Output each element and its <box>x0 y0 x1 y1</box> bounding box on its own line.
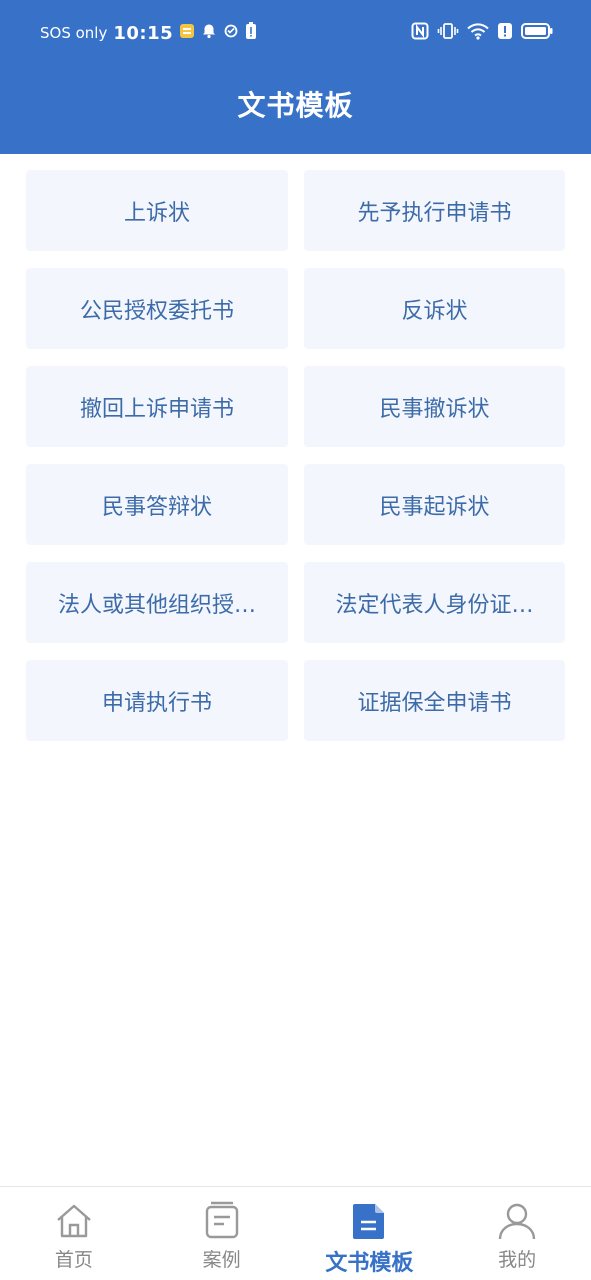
battery-alert-icon <box>245 22 257 44</box>
status-right <box>411 20 553 46</box>
status-time: 10:15 <box>113 22 174 44</box>
template-grid: 上诉状 先予执行申请书 公民授权委托书 反诉状 撤回上诉申请书 民事撤诉状 民事… <box>26 170 565 741</box>
document-icon <box>347 1199 391 1243</box>
nav-label: 我的 <box>498 1249 537 1271</box>
template-card[interactable]: 上诉状 <box>26 170 288 251</box>
template-card[interactable]: 民事答辩状 <box>26 464 288 545</box>
template-label: 撤回上诉申请书 <box>79 396 234 422</box>
bottom-nav: 首页 案例 文书模板 我的 <box>0 1186 591 1280</box>
home-icon <box>52 1199 96 1243</box>
user-icon <box>495 1199 539 1243</box>
template-label: 民事撤诉状 <box>379 396 490 422</box>
alert-icon <box>497 22 513 44</box>
template-label: 法人或其他组织授… <box>57 592 256 618</box>
nav-label: 首页 <box>54 1249 93 1271</box>
template-card[interactable]: 撤回上诉申请书 <box>26 366 288 447</box>
template-card[interactable]: 证据保全申请书 <box>304 660 565 741</box>
status-bar: SOS only 10:15 <box>0 0 591 66</box>
template-card[interactable]: 法人或其他组织授… <box>26 562 288 643</box>
nav-label: 案例 <box>202 1249 241 1271</box>
nav-label: 文书模板 <box>325 1251 414 1276</box>
wifi-icon <box>467 22 489 44</box>
battery-icon <box>521 22 553 44</box>
vibrate-icon <box>437 22 459 44</box>
template-card[interactable]: 申请执行书 <box>26 660 288 741</box>
sos-text: SOS only <box>40 24 108 42</box>
template-label: 申请执行书 <box>101 690 212 716</box>
nav-item-profile[interactable]: 我的 <box>443 1187 591 1280</box>
nav-item-templates[interactable]: 文书模板 <box>296 1187 444 1280</box>
template-label: 上诉状 <box>123 200 190 226</box>
app-root: SOS only 10:15 文书模板 上诉状 先予执行申请书 公民授权委托书 … <box>0 0 591 1280</box>
nav-item-cases[interactable]: 案例 <box>148 1187 296 1280</box>
notification-app-icon <box>179 23 195 43</box>
template-card[interactable]: 公民授权委托书 <box>26 268 288 349</box>
template-card[interactable]: 反诉状 <box>304 268 565 349</box>
template-label: 公民授权委托书 <box>79 298 234 324</box>
sync-icon <box>223 23 239 43</box>
template-label: 民事答辩状 <box>101 494 212 520</box>
template-label: 先予执行申请书 <box>357 200 512 226</box>
case-icon <box>200 1199 244 1243</box>
template-card[interactable]: 民事起诉状 <box>304 464 565 545</box>
template-label: 法定代表人身份证… <box>335 592 534 618</box>
template-label: 民事起诉状 <box>379 494 490 520</box>
template-card[interactable]: 民事撤诉状 <box>304 366 565 447</box>
template-label: 证据保全申请书 <box>357 690 512 716</box>
nav-item-home[interactable]: 首页 <box>0 1187 148 1280</box>
template-label: 反诉状 <box>401 298 468 324</box>
template-card[interactable]: 法定代表人身份证… <box>304 562 565 643</box>
bell-icon <box>201 23 217 43</box>
page-title: 文书模板 <box>237 89 354 122</box>
header: SOS only 10:15 文书模板 <box>0 0 591 154</box>
nfc-icon <box>411 22 429 44</box>
status-left: SOS only 10:15 <box>40 20 257 46</box>
template-card[interactable]: 先予执行申请书 <box>304 170 565 251</box>
